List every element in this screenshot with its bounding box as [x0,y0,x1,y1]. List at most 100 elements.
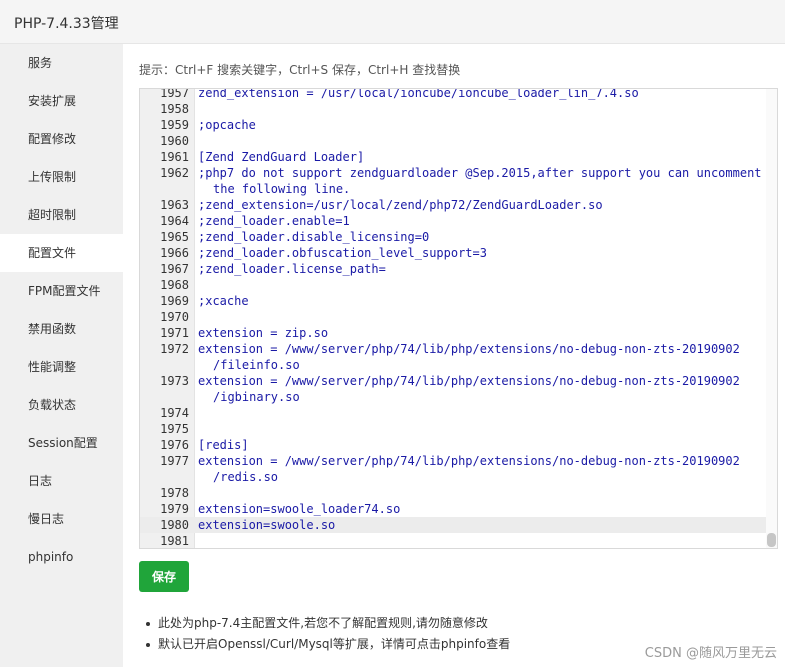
line-code[interactable]: extension = /www/server/php/74/lib/php/e… [198,373,764,405]
sidebar-item-slow-log[interactable]: 慢日志 [0,500,123,538]
line-code[interactable]: ;zend_loader.obfuscation_level_support=3 [198,245,764,261]
config-editor[interactable]: 1957 zend_extension = /usr/local/ioncube/… [139,88,778,549]
editor-scrollbar[interactable] [766,89,777,548]
editor-line[interactable]: 1976 [redis] [140,437,766,453]
editor-line[interactable]: 1979 extension=swoole_loader74.so [140,501,766,517]
note-item: 此处为php-7.4主配置文件,若您不了解配置规则,请勿随意修改 [145,613,775,634]
line-number: 1960 [160,134,189,148]
sidebar-item-disabled-functions[interactable]: 禁用函数 [0,310,123,348]
line-code[interactable]: ;zend_extension=/usr/local/zend/php72/Ze… [198,197,764,213]
line-number: 1968 [160,278,189,292]
editor-line[interactable]: 1969 ;xcache [140,293,766,309]
sidebar-item-phpinfo[interactable]: phpinfo [0,538,123,576]
line-code-wrap: /fileinfo.so [213,358,300,372]
editor-scroll-thumb[interactable] [767,533,776,547]
sidebar-item-performance-tuning[interactable]: 性能调整 [0,348,123,386]
line-code[interactable]: ;opcache [198,117,764,133]
line-number: 1959 [160,118,189,132]
line-code[interactable]: extension = /www/server/php/74/lib/php/e… [198,453,764,485]
editor-line[interactable]: 1980 extension=swoole.so [140,517,766,533]
line-number: 1965 [160,230,189,244]
line-code-text: extension = /www/server/php/74/lib/php/e… [198,374,740,388]
line-code-text: ;opcache [198,118,256,132]
line-code[interactable]: ;php7 do not support zendguardloader @Se… [198,165,764,197]
sidebar-item-load-status[interactable]: 负载状态 [0,386,123,424]
line-number: 1981 [160,534,189,548]
line-code-text: ;zend_loader.license_path= [198,262,386,276]
line-number: 1977 [160,454,189,468]
editor-line[interactable]: 1975 [140,421,766,437]
line-number: 1962 [160,166,189,180]
editor-line[interactable]: 1973 extension = /www/server/php/74/lib/p… [140,373,766,405]
line-code-wrap: the following line. [213,182,351,196]
line-number: 1966 [160,246,189,260]
line-code[interactable]: extension = /www/server/php/74/lib/php/e… [198,341,764,373]
line-number: 1973 [160,374,189,388]
editor-line[interactable]: 1957 zend_extension = /usr/local/ioncube/… [140,88,766,101]
line-code-text: ;php7 do not support zendguardloader @Se… [198,166,762,180]
sidebar-item-service[interactable]: 服务 [0,44,123,82]
line-code-text: extension = zip.so [198,326,329,340]
editor-line[interactable]: 1963 ;zend_extension=/usr/local/zend/php7… [140,197,766,213]
editor-line[interactable]: 1974 [140,405,766,421]
editor-line[interactable]: 1967 ;zend_loader.license_path= [140,261,766,277]
line-number: 1957 [160,88,189,100]
sidebar-item-log[interactable]: 日志 [0,462,123,500]
editor-line[interactable]: 1970 [140,309,766,325]
line-number: 1974 [160,406,189,420]
line-code-wrap: /igbinary.so [213,390,300,404]
sidebar-item-fpm-config-file[interactable]: FPM配置文件 [0,272,123,310]
editor-line[interactable]: 1978 [140,485,766,501]
editor-line[interactable]: 1960 [140,133,766,149]
sidebar-item-install-extension[interactable]: 安装扩展 [0,82,123,120]
line-code[interactable]: [Zend ZendGuard Loader] [198,149,764,165]
line-code-text: ;zend_extension=/usr/local/zend/php72/Ze… [198,198,603,212]
window-titlebar: PHP-7.4.33管理 [0,0,785,44]
line-code-text: ;zend_loader.enable=1 [198,214,350,228]
line-number: 1969 [160,294,189,308]
editor-line[interactable]: 1965 ;zend_loader.disable_licensing=0 [140,229,766,245]
line-code[interactable]: ;zend_loader.disable_licensing=0 [198,229,764,245]
window-title: PHP-7.4.33管理 [14,16,119,32]
line-number: 1978 [160,486,189,500]
line-code-text: ;xcache [198,294,249,308]
sidebar-item-config-file[interactable]: 配置文件 [0,234,123,272]
sidebar-item-upload-limit[interactable]: 上传限制 [0,158,123,196]
shortcut-tip: 提示：Ctrl+F 搜索关键字，Ctrl+S 保存，Ctrl+H 查找替换 [139,63,461,77]
line-number: 1961 [160,150,189,164]
editor-line[interactable]: 1972 extension = /www/server/php/74/lib/p… [140,341,766,373]
save-button[interactable]: 保存 [139,561,189,592]
line-code-text: extension = /www/server/php/74/lib/php/e… [198,342,740,356]
editor-line[interactable]: 1958 [140,101,766,117]
sidebar-item-timeout-limit[interactable]: 超时限制 [0,196,123,234]
editor-line[interactable]: 1962 ;php7 do not support zendguardloader… [140,165,766,197]
editor-line[interactable]: 1964 ;zend_loader.enable=1 [140,213,766,229]
line-code-text: extension=swoole.so [198,518,336,532]
line-code[interactable]: ;zend_loader.enable=1 [198,213,764,229]
editor-lines[interactable]: 1957 zend_extension = /usr/local/ioncube/… [140,88,766,548]
line-code[interactable]: extension=swoole_loader74.so [198,501,764,517]
line-number: 1979 [160,502,189,516]
line-code-text: [Zend ZendGuard Loader] [198,150,365,164]
line-number: 1976 [160,438,189,452]
editor-line[interactable]: 1966 ;zend_loader.obfuscation_level_suppo… [140,245,766,261]
line-code[interactable]: extension = zip.so [198,325,764,341]
line-code[interactable]: [redis] [198,437,764,453]
line-number: 1975 [160,422,189,436]
sidebar-item-session-config[interactable]: Session配置 [0,424,123,462]
editor-line[interactable]: 1959 ;opcache [140,117,766,133]
line-code[interactable]: extension=swoole.so [198,517,764,533]
line-code[interactable]: ;xcache [198,293,764,309]
line-number: 1971 [160,326,189,340]
editor-line[interactable]: 1961 [Zend ZendGuard Loader] [140,149,766,165]
line-number: 1980 [160,518,189,532]
sidebar-item-config-modify[interactable]: 配置修改 [0,120,123,158]
editor-line[interactable]: 1968 [140,277,766,293]
line-code[interactable]: zend_extension = /usr/local/ioncube/ionc… [198,89,764,101]
line-code[interactable]: ;zend_loader.license_path= [198,261,764,277]
line-number: 1963 [160,198,189,212]
editor-line[interactable]: 1977 extension = /www/server/php/74/lib/p… [140,453,766,485]
editor-line[interactable]: 1971 extension = zip.so [140,325,766,341]
line-code-text: [redis] [198,438,249,452]
editor-line[interactable]: 1981 [140,533,766,548]
